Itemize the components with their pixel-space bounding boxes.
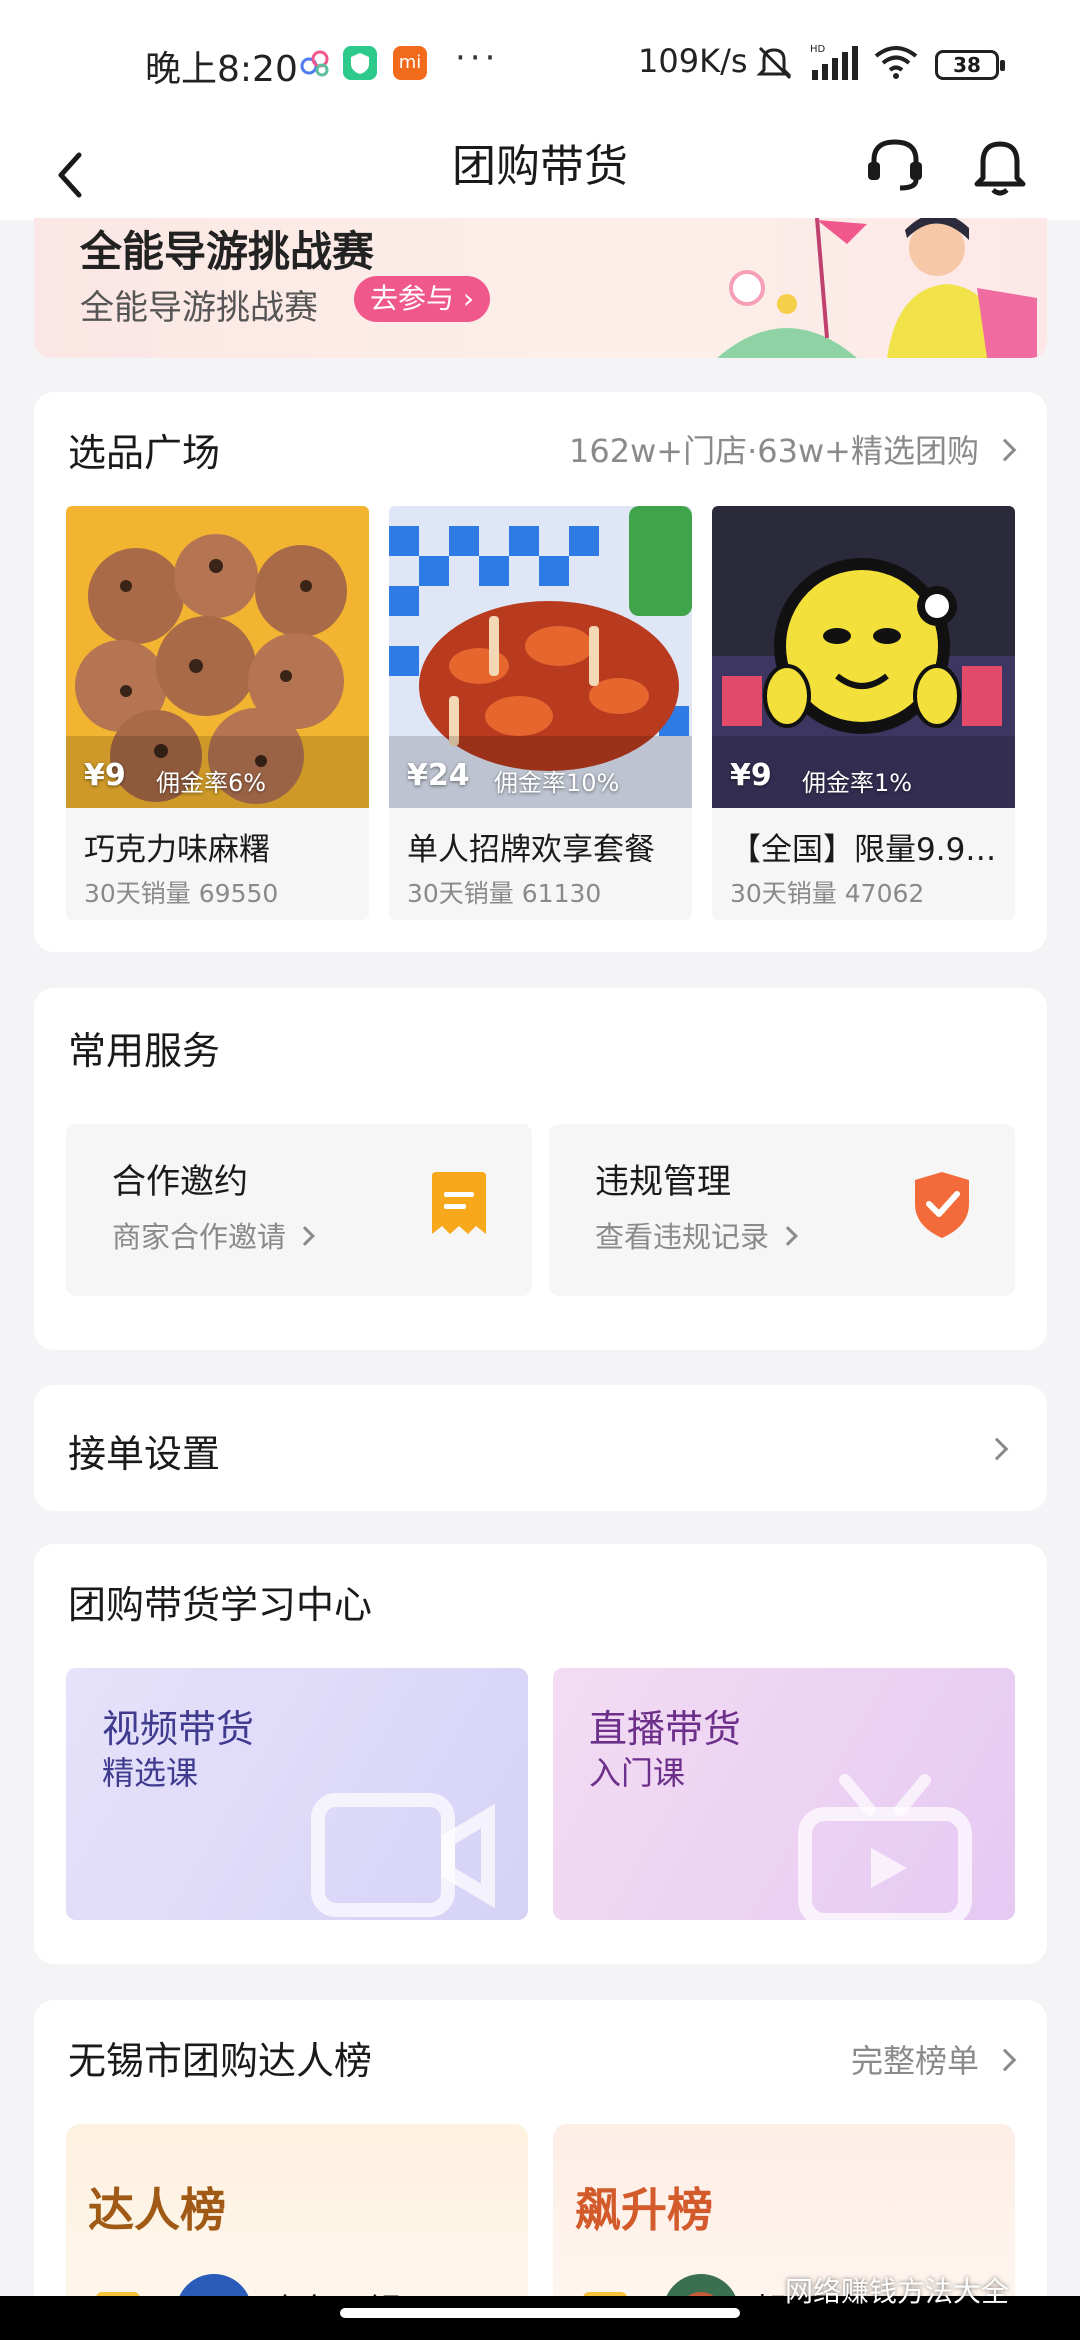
service-violations[interactable]: 违规管理 查看违规记录: [549, 1124, 1015, 1296]
product-sales: 30天销量 61130: [407, 879, 602, 908]
customer-service-icon[interactable]: [860, 130, 930, 200]
order-settings-title: 接单设置: [68, 1432, 221, 1476]
chevron-right-icon: [993, 438, 1017, 462]
product-commission: 佣金率1%: [802, 769, 913, 797]
product-price: ¥9: [84, 758, 126, 793]
product-name: 单人招牌欢享套餐: [407, 832, 655, 868]
course-subtitle: 精选课: [102, 1754, 199, 1792]
board-title: 飙升榜: [575, 2183, 713, 2237]
learning-course-video[interactable]: 视频带货 精选课: [66, 1668, 528, 1920]
section-title: 选品广场: [68, 431, 221, 475]
product-price: ¥9: [730, 758, 772, 793]
section-title: 常用服务: [68, 1029, 221, 1073]
chevron-right-icon: [295, 1226, 315, 1246]
course-title: 直播带货: [589, 1707, 742, 1751]
app-screen: 晚上8:20 mi ··· 109K/s HD 38 团购带货 全能导游挑战赛 …: [0, 0, 1080, 2340]
section-title: 无锡市团购达人榜: [68, 2039, 373, 2083]
shield-check-icon: [915, 1172, 969, 1238]
service-subtitle-text: 商家合作邀请: [112, 1220, 287, 1254]
cellular-signal-icon: HD: [808, 42, 864, 86]
battery-indicator: 38: [935, 50, 1005, 80]
wifi-icon: [872, 44, 920, 84]
product-square-card: 选品广场 162w+门店·63w+精选团购 ¥9 佣金率6% 巧克力味麻糬 30…: [34, 392, 1047, 952]
product-square-summary: 162w+门店·63w+精选团购: [569, 432, 979, 470]
invitation-icon: [432, 1172, 486, 1234]
bell-icon[interactable]: [965, 130, 1035, 200]
learning-center-card: 团购带货学习中心 视频带货 精选课 直播带货 入门课: [34, 1544, 1047, 1964]
product-sales: 30天销量 47062: [730, 879, 925, 908]
product-commission: 佣金率10%: [494, 769, 620, 797]
product-card[interactable]: ¥9 佣金率6% 巧克力味麻糬 30天销量 69550: [66, 506, 369, 920]
network-speed: 109K/s: [638, 42, 748, 80]
more-notifications-icon: ···: [455, 38, 500, 78]
mute-icon: [756, 44, 796, 84]
learning-course-live[interactable]: 直播带货 入门课: [553, 1668, 1015, 1920]
product-card[interactable]: ¥24 佣金率10% 单人招牌欢享套餐 30天销量 61130: [389, 506, 692, 920]
service-subtitle-text: 查看违规记录: [595, 1220, 770, 1254]
product-name: 巧克力味麻糬: [84, 832, 270, 868]
status-time: 晚上8:20: [145, 49, 298, 90]
mi-app-icon: mi: [393, 46, 427, 80]
product-sales: 30天销量 69550: [84, 879, 279, 908]
svg-text:HD: HD: [810, 44, 826, 55]
service-subtitle: 查看违规记录: [595, 1214, 798, 1256]
chevron-right-icon: [993, 2048, 1017, 2072]
service-cooperation[interactable]: 合作邀约 商家合作邀请: [66, 1124, 532, 1296]
banner-subtitle: 全能导游挑战赛: [80, 288, 318, 328]
tour-guide-illustration: [717, 218, 1037, 358]
video-camera-icon: [311, 1793, 495, 1917]
order-settings-row[interactable]: 接单设置: [34, 1385, 1047, 1511]
course-title: 视频带货: [102, 1707, 255, 1751]
service-title: 违规管理: [595, 1162, 731, 1202]
product-price: ¥24: [407, 758, 470, 793]
cloud-app-icon: [298, 46, 332, 80]
product-commission: 佣金率6%: [156, 769, 267, 797]
product-card[interactable]: ¥9 佣金率1% 【全国】限量9.9… 30天销量 47062: [712, 506, 1015, 920]
status-bar: 晚上8:20 mi ··· 109K/s HD 38: [0, 0, 1080, 120]
join-button[interactable]: 去参与 ›: [354, 276, 491, 322]
chevron-right-icon: [778, 1226, 798, 1246]
chevron-right-icon: [985, 1437, 1009, 1461]
service-subtitle: 商家合作邀请: [112, 1214, 315, 1256]
tv-play-icon: [798, 1774, 972, 1920]
product-square-more[interactable]: 162w+门店·63w+精选团购: [569, 426, 1017, 472]
section-title: 团购带货学习中心: [68, 1583, 373, 1627]
watermark-text: 网络赚钱方法大全: [785, 2275, 1010, 2308]
challenge-banner[interactable]: 全能导游挑战赛 全能导游挑战赛 去参与 ›: [34, 218, 1047, 358]
security-app-icon: [343, 46, 377, 80]
full-ranking-link[interactable]: 完整榜单: [850, 2036, 1017, 2082]
home-indicator[interactable]: [340, 2308, 740, 2318]
course-subtitle: 入门课: [589, 1754, 686, 1792]
full-ranking-label: 完整榜单: [850, 2042, 979, 2080]
service-title: 合作邀约: [112, 1162, 248, 1202]
banner-title: 全能导游挑战赛: [80, 227, 375, 276]
product-name: 【全国】限量9.9…: [730, 832, 997, 868]
nav-header: 团购带货: [0, 120, 1080, 220]
board-title: 达人榜: [88, 2183, 226, 2237]
services-card: 常用服务 合作邀约 商家合作邀请 违规管理 查看违规记录: [34, 988, 1047, 1350]
